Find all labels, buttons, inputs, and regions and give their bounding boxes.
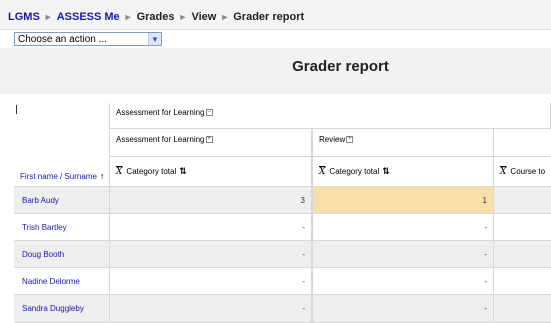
grade-cell[interactable] [494, 241, 551, 268]
table-row-name[interactable]: Doug Booth [14, 241, 110, 268]
subcategory-header-empty [494, 129, 551, 157]
name-column-header[interactable]: First name / Surname ↑ [14, 157, 110, 187]
subcategory-header-review: Review + [312, 129, 494, 157]
breadcrumb-separator: ► [123, 12, 133, 22]
sort-up-icon[interactable]: ↑ [100, 171, 105, 181]
grade-cell[interactable] [494, 295, 551, 323]
breadcrumb-separator: ► [220, 12, 230, 22]
grade-cell[interactable]: - [312, 268, 494, 295]
breadcrumb-separator: ► [178, 12, 188, 22]
breadcrumb: LGMS ► ASSESS Me ► Grades ► View ► Grade… [8, 7, 551, 27]
grade-cell[interactable] [494, 214, 551, 241]
category-total-header-2: X Category total ⇅ [312, 157, 494, 187]
subcategory-header-afl: Assessment for Learning + [110, 129, 312, 157]
expand-toggle[interactable]: + [205, 136, 213, 144]
breadcrumb-grades[interactable]: Grades [137, 11, 175, 23]
action-select[interactable]: Choose an action ... ▼ [14, 32, 162, 46]
table-row-name[interactable]: Barb Audy [14, 187, 110, 214]
grade-cell[interactable]: - [110, 241, 312, 268]
course-total-label: Course to [510, 167, 546, 176]
table-row-name[interactable]: Sandra Duggleby [14, 295, 110, 323]
text-cursor [16, 105, 17, 114]
grade-cell[interactable]: - [312, 241, 494, 268]
category-total-label: Category total [126, 167, 177, 176]
category-total-header-1: X Category total ⇅ [110, 157, 312, 187]
table-row-name[interactable]: Nadine Delorme [14, 268, 110, 295]
name-column-label: First name / Surname [20, 172, 97, 181]
grade-cell[interactable]: - [110, 214, 312, 241]
breadcrumb-grader-report: Grader report [233, 11, 305, 23]
breadcrumb-separator: ► [43, 12, 53, 22]
collapse-toggle[interactable]: − [205, 109, 213, 117]
category-header-top: Assessment for Learning − [110, 103, 551, 129]
category-total-label: Category total [329, 167, 380, 176]
grade-cell[interactable]: 1 [312, 187, 494, 214]
grader-table: Assessment for Learning − Assessment for … [14, 103, 551, 323]
category-label: Assessment for Learning [116, 108, 205, 117]
mean-icon: X [500, 166, 507, 177]
page-title: Grader report [292, 58, 389, 75]
grade-cell[interactable]: - [110, 295, 312, 323]
expand-toggle[interactable]: + [346, 136, 354, 144]
grade-cell[interactable] [494, 187, 551, 214]
grade-cell[interactable]: - [110, 268, 312, 295]
mean-icon: X [319, 166, 326, 177]
grade-cell[interactable]: - [312, 214, 494, 241]
sort-toggle-icon[interactable]: ⇅ [382, 166, 390, 177]
breadcrumb-assess-me[interactable]: ASSESS Me [57, 11, 120, 23]
grade-cell[interactable] [494, 268, 551, 295]
corner-cell [14, 103, 110, 157]
mean-icon: X [116, 166, 123, 177]
breadcrumb-view[interactable]: View [191, 11, 216, 23]
subcategory-label: Assessment for Learning [116, 135, 205, 144]
sort-toggle-icon[interactable]: ⇅ [179, 166, 187, 177]
action-select-value: Choose an action ... [18, 33, 107, 45]
breadcrumb-lgms[interactable]: LGMS [8, 11, 40, 23]
chevron-down-icon[interactable]: ▼ [148, 33, 161, 45]
course-total-header: X Course to [494, 157, 551, 187]
subcategory-label: Review [319, 135, 346, 144]
grade-cell[interactable]: - [312, 295, 494, 323]
grade-cell[interactable]: 3 [110, 187, 312, 214]
table-row-name[interactable]: Trish Bartley [14, 214, 110, 241]
